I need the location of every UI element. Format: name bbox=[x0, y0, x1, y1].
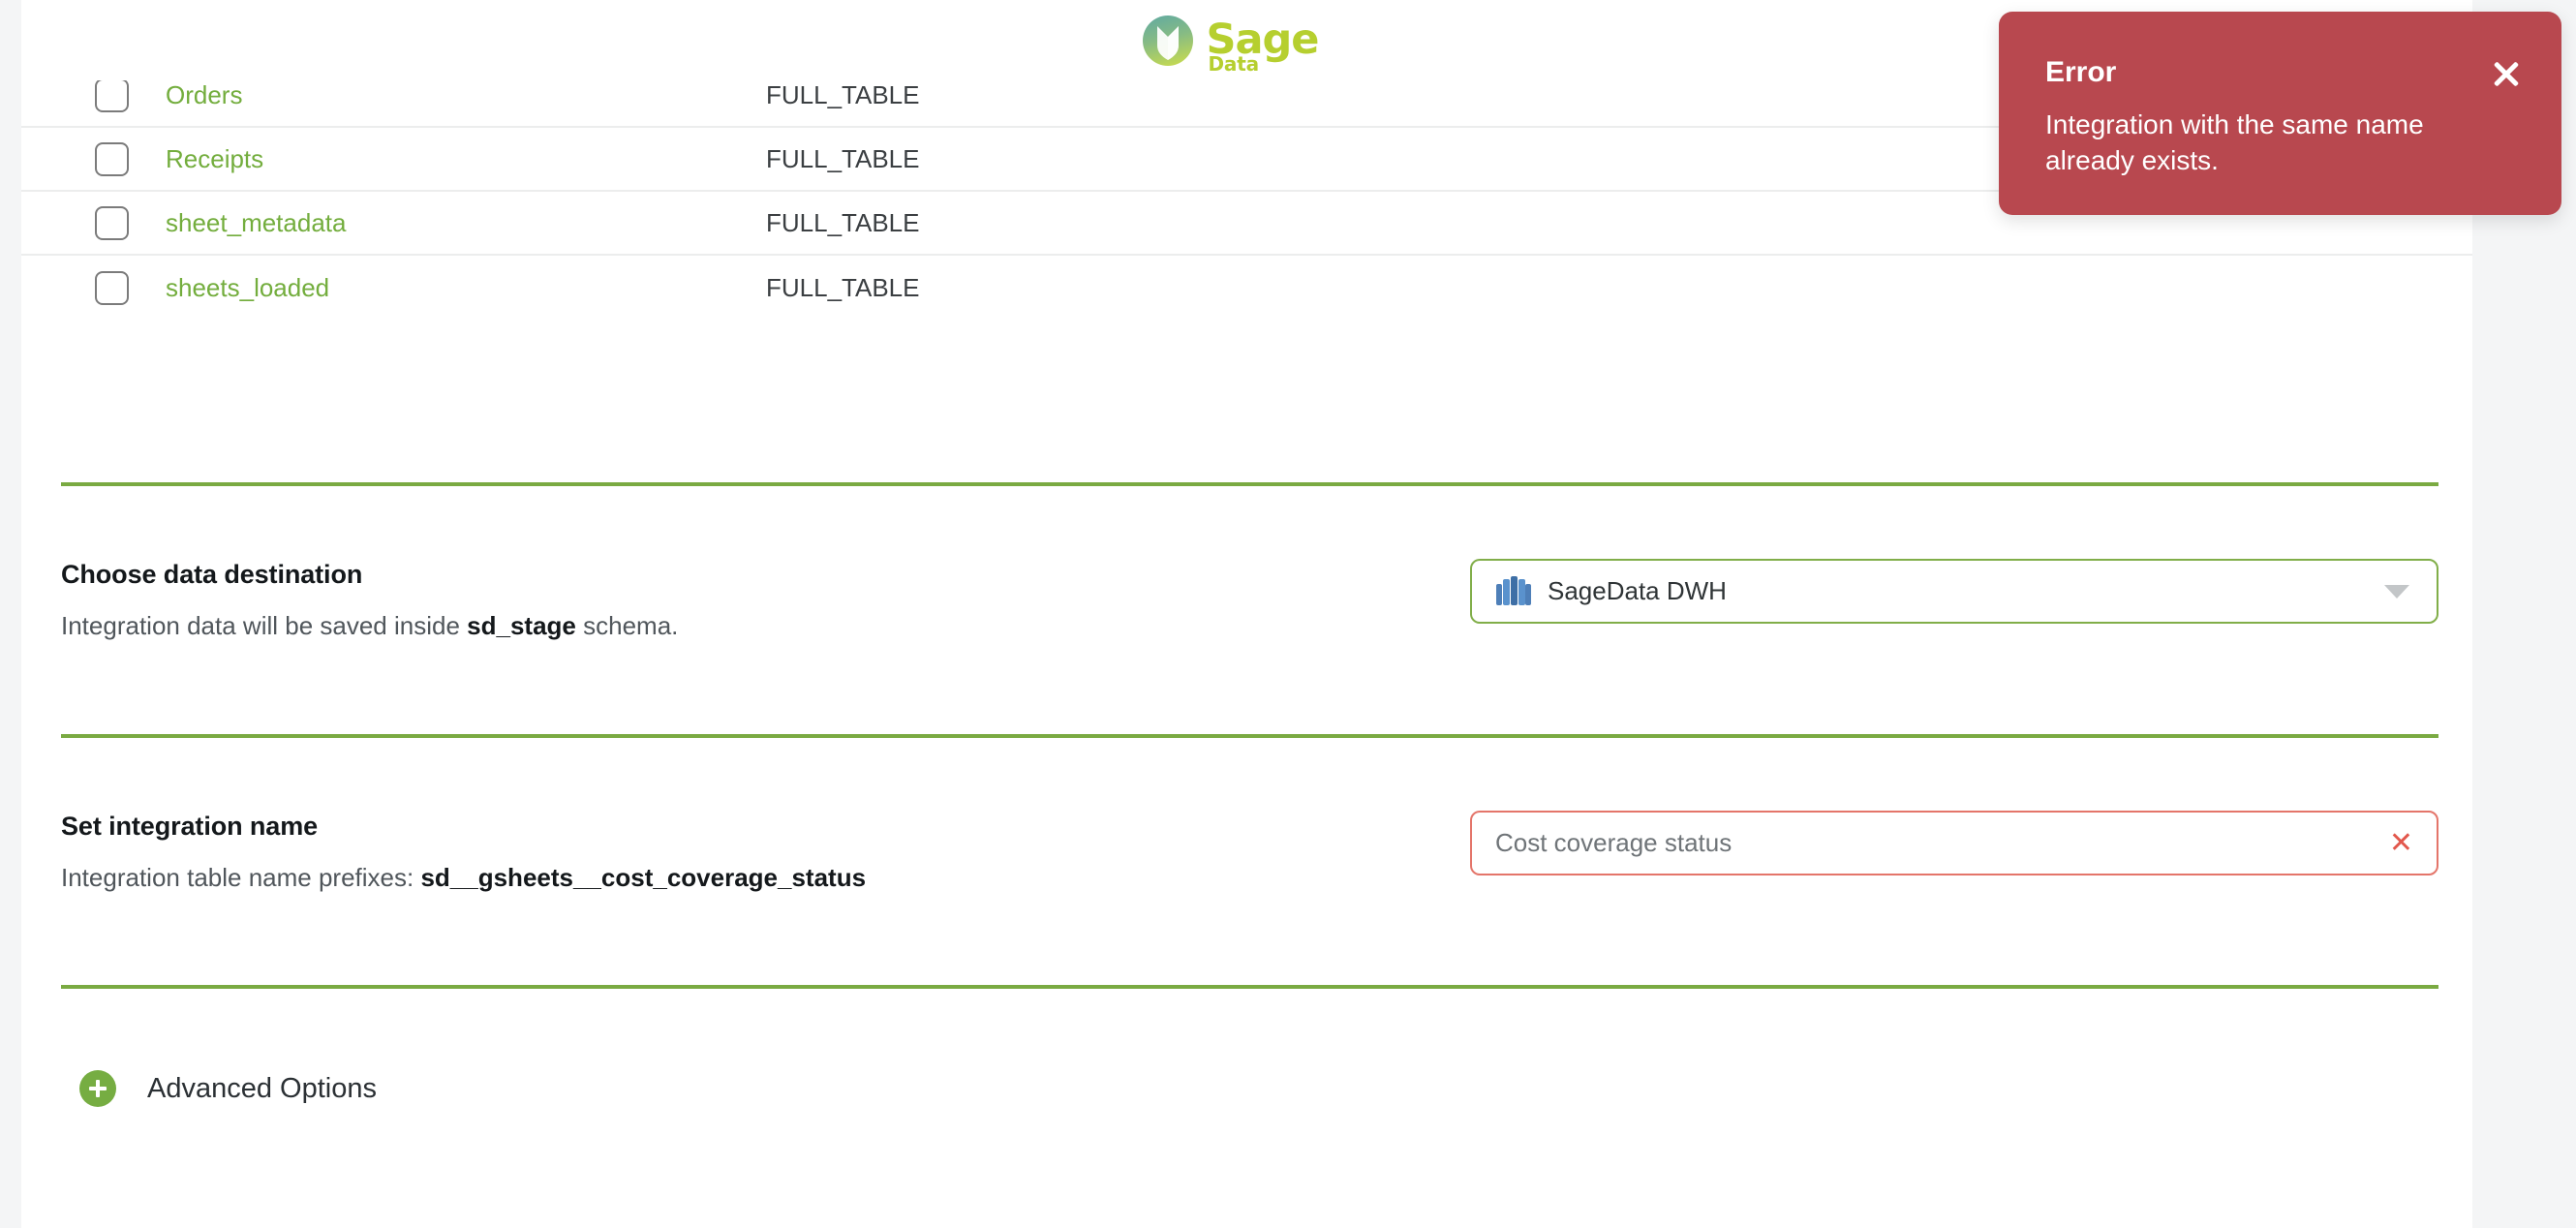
integration-prefix-label: Integration table name prefixes: bbox=[61, 863, 421, 892]
table-name[interactable]: Orders bbox=[166, 80, 766, 110]
table-name[interactable]: sheet_metadata bbox=[166, 208, 766, 238]
replication-mode: FULL_TABLE bbox=[766, 79, 920, 109]
brand-wordmark: Sage Data bbox=[1207, 19, 1320, 75]
destination-select[interactable]: SageData DWH bbox=[1470, 559, 2438, 624]
integration-name-section: Set integration name Integration table n… bbox=[61, 811, 2438, 899]
destination-section: Choose data destination Integration data… bbox=[61, 559, 2438, 647]
integration-name-title: Set integration name bbox=[61, 812, 319, 841]
chevron-down-icon[interactable] bbox=[2384, 584, 2409, 599]
row-checkbox[interactable] bbox=[95, 205, 129, 240]
brand-logo[interactable]: Sage Data bbox=[1142, 15, 1320, 75]
integration-name-field[interactable]: Cost coverage status ✕ bbox=[1470, 811, 2438, 875]
destination-selected-value: SageData DWH bbox=[1548, 576, 1727, 605]
brand-subname: Data bbox=[1208, 52, 1260, 76]
database-warehouse-icon bbox=[1496, 575, 1531, 605]
table-name[interactable]: sheets_loaded bbox=[166, 273, 766, 303]
close-icon[interactable] bbox=[2490, 58, 2523, 91]
error-toast: Error Integration with the same name alr… bbox=[1999, 12, 2561, 215]
error-toast-message: Integration with the same name already e… bbox=[2045, 109, 2424, 175]
destination-subtitle-suffix: schema. bbox=[575, 611, 679, 640]
plus-circle-icon[interactable] bbox=[79, 1070, 116, 1107]
replication-mode: FULL_TABLE bbox=[766, 272, 920, 302]
destination-title: Choose data destination bbox=[61, 560, 363, 589]
advanced-options-toggle[interactable]: Advanced Options bbox=[79, 1070, 377, 1107]
table-name[interactable]: Receipts bbox=[166, 144, 766, 174]
integration-name-subtitle: Integration table name prefixes: sd__gsh… bbox=[61, 863, 866, 893]
page-root: Calculation FULL_TABLE Orders FULL_TABLE… bbox=[0, 0, 2576, 1228]
section-divider bbox=[61, 734, 2438, 738]
row-checkbox[interactable] bbox=[95, 141, 129, 176]
replication-mode: FULL_TABLE bbox=[766, 143, 920, 173]
destination-schema-name: sd_stage bbox=[467, 611, 576, 640]
row-checkbox[interactable] bbox=[95, 270, 129, 305]
integration-table-prefix: sd__gsheets__cost_coverage_status bbox=[420, 863, 867, 892]
table-row[interactable]: sheets_loaded FULL_TABLE bbox=[21, 256, 2472, 320]
destination-labels: Choose data destination Integration data… bbox=[61, 560, 678, 641]
section-divider bbox=[61, 482, 2438, 486]
integration-name-labels: Set integration name Integration table n… bbox=[61, 812, 866, 893]
destination-subtitle: Integration data will be saved inside sd… bbox=[61, 611, 678, 641]
row-checkbox[interactable] bbox=[95, 77, 129, 112]
clear-x-icon[interactable]: ✕ bbox=[2389, 828, 2413, 858]
sage-fox-logo-icon bbox=[1142, 15, 1193, 66]
integration-name-input[interactable]: Cost coverage status bbox=[1495, 828, 2389, 858]
section-divider bbox=[61, 985, 2438, 989]
error-toast-title: Error bbox=[2045, 56, 2117, 88]
advanced-options-label: Advanced Options bbox=[147, 1072, 377, 1104]
destination-subtitle-prefix: Integration data will be saved inside bbox=[61, 611, 468, 640]
replication-mode: FULL_TABLE bbox=[766, 207, 920, 237]
